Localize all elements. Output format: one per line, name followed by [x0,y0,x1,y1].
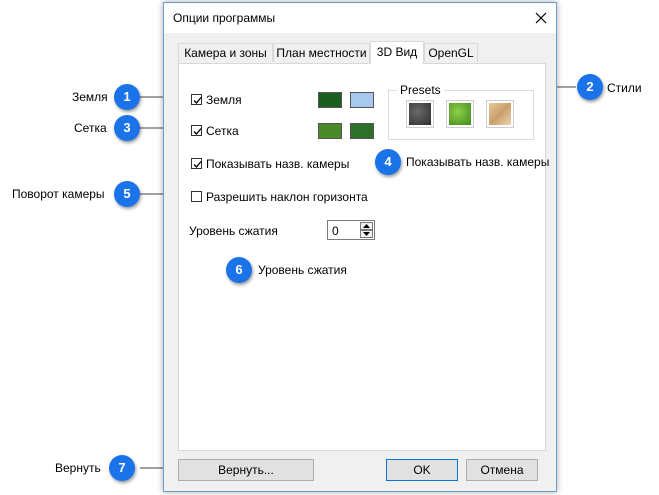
callout-badge-3: 3 [114,115,140,141]
ground-label: Земля [206,93,242,107]
tab-camera-zones[interactable]: Камера и зоны [178,43,273,62]
ground-color-1[interactable] [318,92,342,108]
revert-button[interactable]: Вернуть... [178,459,314,481]
compression-spinner[interactable]: 0 [327,220,375,240]
ok-button[interactable]: OK [386,459,458,481]
checkmark-icon [193,128,202,135]
spin-down-button[interactable] [360,230,373,238]
arrow-up-icon [363,224,370,228]
spin-up-button[interactable] [360,222,373,230]
grid-checkbox[interactable] [191,125,202,136]
horizon-tilt-label: Разрешить наклон горизонта [206,190,368,204]
arrow-down-icon [363,232,370,236]
ground-checkbox[interactable] [191,94,202,105]
callout-badge-4: 4 [375,149,401,175]
grid-label: Сетка [206,124,239,138]
grid-color-1[interactable] [318,123,342,139]
camera-names-label: Показывать назв. камеры [206,157,350,171]
checkmark-icon [193,97,202,104]
callout-text-3: Сетка [74,121,107,135]
callout-text-4: Показывать назв. камеры [406,155,550,169]
presets-title: Presets [397,83,444,97]
preset-grass[interactable] [446,100,474,128]
callout-text-6: Уровень сжатия [258,263,347,277]
ground-color-2[interactable] [350,92,374,108]
horizon-tilt-checkbox[interactable] [191,191,202,202]
callout-text-1: Земля [72,90,108,104]
callout-text-5: Поворот камеры [12,187,105,201]
tab-3d-view[interactable]: 3D Вид [370,41,424,64]
callout-text-2: Стили [607,81,642,95]
preset-dark[interactable] [406,100,434,128]
compression-label: Уровень сжатия [189,224,278,238]
tab-terrain-plan[interactable]: План местности [273,43,370,62]
compression-value: 0 [332,224,339,238]
callout-badge-7: 7 [109,455,135,481]
camera-names-checkbox[interactable] [191,158,202,169]
grid-color-2[interactable] [350,123,374,139]
callout-badge-1: 1 [114,84,140,110]
callout-badge-6: 6 [226,257,252,283]
title-bar: Опции программы [164,3,556,33]
close-icon [535,12,547,24]
callout-text-7: Вернуть [55,461,101,475]
callout-badge-2: 2 [577,74,603,100]
checkmark-icon [193,161,202,168]
window-title: Опции программы [173,11,276,25]
tab-opengl[interactable]: OpenGL [424,43,478,62]
callout-badge-5: 5 [114,181,140,207]
close-button[interactable] [530,7,552,29]
preset-sand[interactable] [486,100,514,128]
presets-group: Presets [388,83,534,140]
cancel-button[interactable]: Отмена [466,459,538,481]
options-dialog: Опции программы Камера и зоны План местн… [163,2,557,492]
